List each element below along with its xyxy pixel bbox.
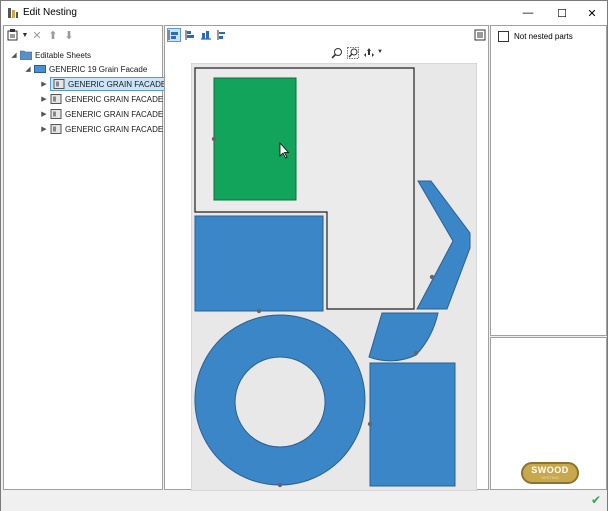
zoom-in-icon[interactable] — [331, 47, 343, 61]
maximize-button[interactable]: ☐ — [545, 1, 579, 25]
tree-sheet-3[interactable]: ▶ GENERIC GRAIN FACADE — [40, 107, 163, 121]
expand-icon[interactable]: ▶ — [40, 110, 48, 118]
part-handle[interactable] — [211, 136, 217, 142]
tree-sheet-label: GENERIC GRAIN FACADE — [65, 94, 164, 104]
expand-icon[interactable]: ▶ — [40, 80, 48, 88]
part-handle[interactable] — [256, 308, 262, 314]
tree-group-label: GENERIC 19 Grain Facade — [49, 64, 148, 74]
minimize-button[interactable]: — — [511, 1, 545, 25]
part-handle[interactable] — [367, 421, 373, 427]
tree-group[interactable]: ◢ GENERIC 19 Grain Facade — [24, 62, 147, 76]
status-bar: ✔ — [1, 491, 607, 511]
dropdown-arrow-icon[interactable]: ▼ — [377, 49, 383, 55]
part-rect-1[interactable] — [194, 215, 324, 312]
pan-icon[interactable] — [363, 47, 375, 61]
title-bar: Edit Nesting — ☐ ✕ — [1, 1, 607, 25]
move-up-icon[interactable]: ⬆ — [46, 28, 60, 42]
align-top-icon[interactable] — [215, 28, 229, 42]
tree-root[interactable]: ◢ Editable Sheets — [10, 48, 91, 62]
delete-icon[interactable]: ✕ — [30, 28, 44, 42]
not-nested-row[interactable]: Not nested parts — [498, 31, 573, 42]
collapse-icon[interactable]: ◢ — [10, 51, 18, 59]
sheet-icon — [53, 79, 65, 89]
align-bottom-icon[interactable] — [199, 28, 213, 42]
expand-icon[interactable]: ▶ — [40, 95, 48, 103]
not-nested-checkbox[interactable] — [498, 31, 509, 42]
nesting-canvas[interactable] — [191, 63, 477, 491]
logo-main-text: SWOOD — [531, 465, 569, 475]
part-selected[interactable] — [213, 77, 297, 201]
panel-icon — [34, 65, 46, 73]
move-down-icon[interactable]: ⬇ — [62, 28, 76, 42]
edit-nesting-window: Edit Nesting — ☐ ✕ ▼ ✕ ⬆ ⬇ ◢ Editable Sh… — [0, 0, 608, 511]
tree-sheet-4[interactable]: ▶ GENERIC GRAIN FACADE — [40, 122, 163, 136]
part-handle[interactable] — [277, 482, 283, 488]
sheet-icon — [50, 94, 62, 104]
nesting-view: ▼ — [164, 25, 489, 491]
list-view-icon[interactable] — [473, 28, 487, 42]
not-nested-panel: Not nested parts — [490, 25, 607, 336]
not-nested-label: Not nested parts — [514, 32, 573, 41]
tree-sheet-label: GENERIC GRAIN FACADE — [65, 124, 164, 134]
sheets-toolbar: ▼ ✕ ⬆ ⬇ — [4, 26, 162, 44]
folder-icon — [20, 50, 32, 60]
tree-root-label: Editable Sheets — [35, 50, 92, 60]
view-toolbar — [165, 26, 488, 44]
part-handle[interactable] — [413, 350, 419, 356]
window-title: Edit Nesting — [23, 7, 77, 18]
dropdown-arrow-icon[interactable]: ▼ — [22, 28, 29, 42]
check-icon: ✔ — [590, 493, 601, 507]
app-icon — [8, 8, 18, 18]
logo-sub-text: NESTING — [541, 475, 559, 480]
expand-icon[interactable]: ▶ — [40, 125, 48, 133]
sheet-icon — [50, 124, 62, 134]
tree-sheet-1[interactable]: ▶ GENERIC GRAIN FACADE — [40, 77, 170, 91]
sheets-panel: ▼ ✕ ⬆ ⬇ ◢ Editable Sheets ◢ GENERIC 19 G… — [3, 25, 170, 490]
tree-sheet-label: GENERIC GRAIN FACADE — [65, 109, 164, 119]
sheet-add-icon[interactable] — [6, 28, 20, 42]
align-left-icon[interactable] — [167, 28, 181, 42]
part-rect-2[interactable] — [369, 362, 456, 487]
collapse-icon[interactable]: ◢ — [24, 65, 32, 73]
tree-sheet-2[interactable]: ▶ GENERIC GRAIN FACADE — [40, 92, 163, 106]
tree-sheet-label: GENERIC GRAIN FACADE — [68, 79, 167, 89]
sheet-icon — [50, 109, 62, 119]
tree-sheet-selection[interactable]: GENERIC GRAIN FACADE — [50, 77, 170, 91]
close-button[interactable]: ✕ — [575, 1, 608, 25]
part-handle[interactable] — [429, 274, 435, 280]
align-right-icon[interactable] — [183, 28, 197, 42]
zoom-fit-icon[interactable] — [347, 47, 359, 61]
swood-logo: SWOOD NESTING — [521, 462, 579, 484]
